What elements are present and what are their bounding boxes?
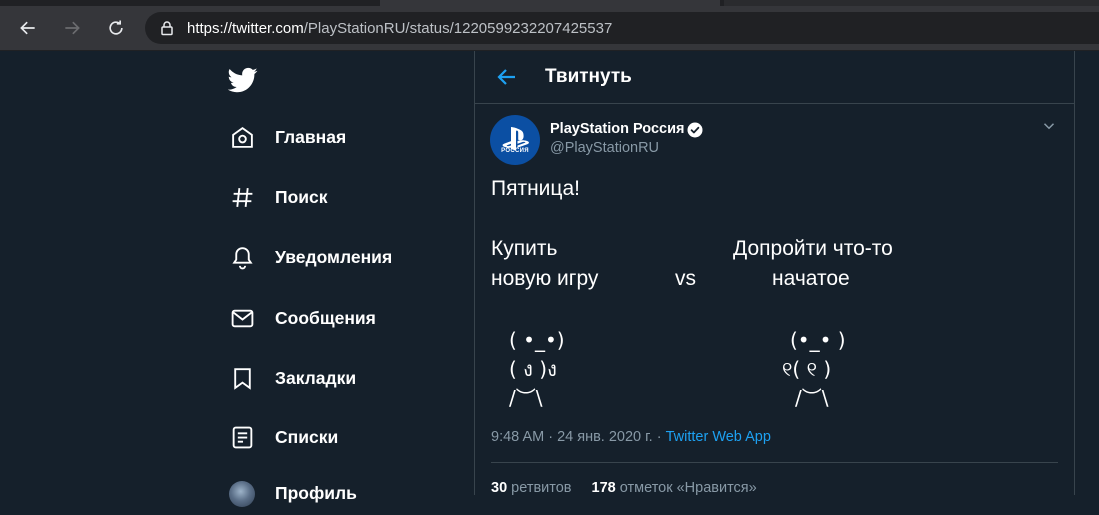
retweets-link[interactable]: 30 ретвитов — [491, 480, 572, 496]
kaomoji-left-2: ( ง )ง — [509, 357, 557, 381]
sidebar-item-lists[interactable]: Списки — [218, 415, 338, 459]
kaomoji-right-2: ୧( ୧ ) — [782, 357, 832, 381]
sidebar-item-label: Списки — [275, 426, 339, 447]
likes-link[interactable]: 178 отметок «Нравится» — [592, 480, 757, 496]
back-arrow-icon[interactable] — [495, 65, 519, 89]
address-bar[interactable]: https://twitter.com/PlayStationRU/status… — [145, 12, 1099, 44]
author-avatar[interactable]: РОССИЯ — [490, 115, 540, 165]
reload-icon[interactable] — [102, 14, 130, 42]
kaomoji-right-1: (•_• ) — [790, 328, 846, 352]
browser-toolbar: https://twitter.com/PlayStationRU/status… — [0, 6, 1099, 51]
author-handle: @PlayStationRU — [550, 140, 660, 156]
tweet-right-line1: Допройти что-то — [733, 237, 893, 260]
page-header: Твитнуть — [475, 51, 1074, 104]
sidebar-item-notifications[interactable]: Уведомления — [218, 235, 392, 279]
kaomoji-right-3: /︶\ — [795, 386, 829, 410]
sidebar-item-search[interactable]: Поиск — [218, 175, 328, 219]
tweet-right-line2: начатое — [772, 267, 850, 290]
tweet-timestamp[interactable]: 9:48 AM · 24 янв. 2020 г. · — [491, 429, 666, 445]
page-title: Твитнуть — [545, 66, 632, 87]
sidebar-item-label: Уведомления — [275, 246, 393, 267]
likes-count: 178 — [591, 480, 616, 496]
likes-label: отметок «Нравится» — [619, 480, 757, 496]
tweet-line-friday: Пятница! — [491, 177, 580, 200]
list-icon — [229, 424, 255, 450]
twitter-app: Главная Поиск Уведомления Сообщения Закл… — [0, 51, 1099, 507]
tweet-stats: 30 ретвитов 178 отметок «Нравится» — [491, 480, 757, 496]
avatar-caption: РОССИЯ — [501, 148, 529, 154]
sidebar-item-label: Профиль — [275, 482, 357, 503]
sidebar-item-home[interactable]: Главная — [218, 115, 346, 159]
kaomoji-left-3: /︶\ — [509, 386, 543, 410]
sidebar-item-label: Главная — [275, 126, 347, 147]
lock-icon — [161, 21, 173, 36]
bookmark-icon — [229, 365, 255, 391]
sidebar-item-messages[interactable]: Сообщения — [218, 296, 376, 340]
main-column: Твитнуть РОССИЯ PlayStation Россия @Play… — [474, 51, 1075, 496]
url-host: https://twitter.com — [187, 19, 304, 37]
tweet-vs: vs — [675, 267, 696, 290]
forward-arrow-icon[interactable] — [58, 14, 86, 42]
url-text: https://twitter.com/PlayStationRU/status… — [187, 20, 612, 37]
avatar[interactable] — [229, 481, 255, 507]
divider — [491, 462, 1058, 463]
envelope-icon — [229, 305, 255, 331]
sidebar-item-label: Закладки — [275, 367, 357, 388]
tweet-metadata: 9:48 AM · 24 янв. 2020 г. · Twitter Web … — [491, 429, 771, 445]
author-name[interactable]: PlayStation Россия — [550, 121, 684, 137]
tweet-source-link[interactable]: Twitter Web App — [666, 429, 771, 445]
sidebar-item-label: Поиск — [275, 186, 328, 207]
chevron-down-icon[interactable] — [1040, 117, 1058, 135]
url-path: /PlayStationRU/status/122059923220742553… — [303, 19, 613, 37]
back-arrow-icon[interactable] — [14, 14, 42, 42]
playstation-logo-icon — [502, 127, 529, 151]
verified-badge-icon — [687, 122, 703, 138]
hashtag-icon — [229, 184, 255, 210]
kaomoji-left-1: ( •_•) — [509, 328, 565, 352]
home-icon — [229, 124, 255, 150]
sidebar-item-bookmarks[interactable]: Закладки — [218, 356, 356, 400]
sidebar-item-label: Сообщения — [275, 307, 376, 328]
tweet-left-line2: новую игру — [491, 267, 599, 290]
retweets-label: ретвитов — [511, 480, 572, 496]
tweet-left-line1: Купить — [491, 237, 558, 260]
retweets-count: 30 — [491, 480, 508, 496]
bell-icon — [229, 244, 255, 270]
twitter-bird-icon[interactable] — [228, 65, 258, 95]
